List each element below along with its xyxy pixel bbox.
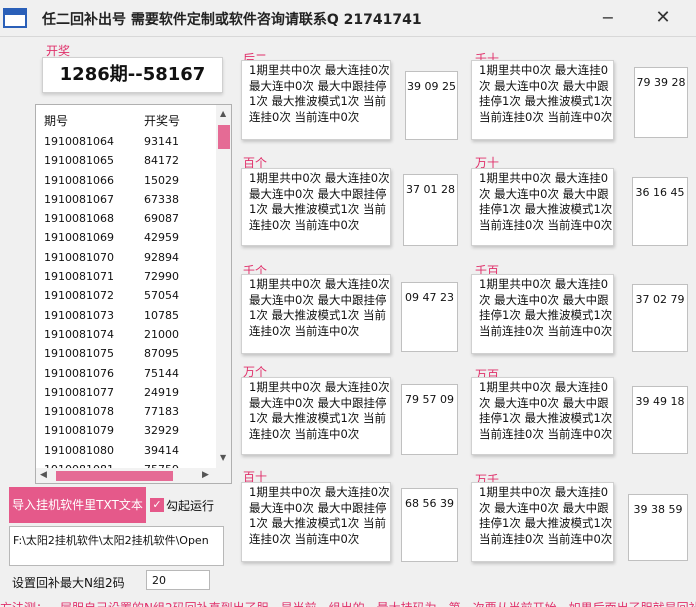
- stats-box-right-1: 1期里共中0次 最大连挂0次 最大连中0次 最大中跟挂停1次 最大推波模式1次 …: [471, 168, 614, 246]
- table-row[interactable]: 1910081073 10785: [36, 306, 216, 325]
- auto-run-checkbox[interactable]: ✓: [150, 498, 164, 512]
- app-window-icon: [3, 8, 27, 28]
- horizontal-scroll-thumb[interactable]: [56, 471, 173, 481]
- table-row[interactable]: 1910081071 72990: [36, 267, 216, 286]
- row-period-cell: 1910081073: [44, 308, 114, 322]
- row-number-cell: 21000: [144, 327, 179, 341]
- table-row[interactable]: 1910081066 15029: [36, 171, 216, 190]
- row-period-cell: 1910081069: [44, 231, 114, 245]
- row-period-cell: 1910081065: [44, 154, 114, 168]
- table-row[interactable]: 1910081074 21000: [36, 325, 216, 344]
- row-period-cell: 1910081072: [44, 289, 114, 303]
- numbers-box-right-0[interactable]: 79 39 28: [634, 67, 688, 138]
- row-number-cell: 84172: [144, 154, 179, 168]
- row-period-cell: 1910081077: [44, 385, 114, 399]
- scroll-left-icon[interactable]: ◀: [40, 470, 47, 480]
- table-row[interactable]: 1910081067 67338: [36, 190, 216, 209]
- row-period-cell: 1910081067: [44, 192, 114, 206]
- table-row[interactable]: 1910081076 75144: [36, 364, 216, 383]
- row-period-cell: 1910081080: [44, 443, 114, 457]
- row-period-cell: 1910081074: [44, 327, 114, 341]
- table-row[interactable]: 1910081080 39414: [36, 441, 216, 460]
- row-number-cell: 42959: [144, 231, 179, 245]
- numbers-box-left-1[interactable]: 37 01 28: [403, 174, 458, 246]
- current-draw-display: 1286期--58167: [42, 57, 223, 93]
- auto-run-option[interactable]: ✓ 勾起运行: [150, 497, 230, 513]
- auto-run-label: 勾起运行: [166, 499, 215, 513]
- vertical-scrollbar[interactable]: ▲ ▼: [216, 105, 231, 468]
- history-header: 期号 开奖号: [36, 105, 216, 131]
- stats-box-left-4: 1期里共中0次 最大连挂0次 最大连中0次 最大中跟挂停1次 最大推波模式1次 …: [241, 482, 391, 562]
- file-path-field[interactable]: F:\太阳2挂机软件\太阳2挂机软件\Open: [9, 526, 224, 566]
- stats-box-left-2: 1期里共中0次 最大连挂0次 最大连中0次 最大中跟挂停1次 最大推波模式1次 …: [241, 274, 391, 354]
- row-number-cell: 75144: [144, 366, 179, 380]
- stats-box-right-0: 1期里共中0次 最大连挂0次 最大连中0次 最大中跟挂停1次 最大推波模式1次 …: [471, 60, 614, 140]
- row-number-cell: 92894: [144, 250, 179, 264]
- numbers-box-right-4[interactable]: 39 38 59: [628, 494, 688, 561]
- horizontal-scrollbar[interactable]: ◀ ▶: [36, 468, 231, 483]
- import-txt-button[interactable]: 导入挂机软件里TXT文本: [9, 487, 146, 523]
- stats-box-left-0: 1期里共中0次 最大连挂0次 最大连中0次 最大中跟挂停1次 最大推波模式1次 …: [241, 60, 391, 140]
- row-number-cell: 77183: [144, 405, 179, 419]
- footer-note: 方法测：一层胆自己设置的N组2码回补直到出了胆，是当前一组出的，最大挂码为，第一…: [0, 598, 696, 607]
- row-number-cell: 24919: [144, 385, 179, 399]
- column-header-number[interactable]: 开奖号: [144, 112, 180, 129]
- row-period-cell: 1910081079: [44, 424, 114, 438]
- table-row[interactable]: 1910081075 87095: [36, 344, 216, 363]
- row-number-cell: 15029: [144, 173, 179, 187]
- row-number-cell: 87095: [144, 347, 179, 361]
- column-header-period[interactable]: 期号: [44, 112, 68, 129]
- max-n-input[interactable]: 20: [146, 570, 210, 590]
- stats-box-right-3: 1期里共中0次 最大连挂0次 最大连中0次 最大中跟挂停1次 最大推波模式1次 …: [471, 377, 614, 455]
- title-bar: 任二回补出号 需要软件定制或软件咨询请联系Q 21741741 − ✕: [0, 0, 696, 37]
- row-number-cell: 72990: [144, 270, 179, 284]
- row-period-cell: 1910081071: [44, 270, 114, 284]
- row-number-cell: 69087: [144, 212, 179, 226]
- history-rows: 1910081064 93141 1910081065 84172 1910081066…: [36, 132, 216, 479]
- row-number-cell: 32929: [144, 424, 179, 438]
- row-period-cell: 1910081068: [44, 212, 114, 226]
- table-row[interactable]: 1910081064 93141: [36, 132, 216, 151]
- stats-box-left-1: 1期里共中0次 最大连挂0次 最大连中0次 最大中跟挂停1次 最大推波模式1次 …: [241, 168, 391, 246]
- stats-box-left-3: 1期里共中0次 最大连挂0次 最大连中0次 最大中跟挂停1次 最大推波模式1次 …: [241, 377, 391, 455]
- table-row[interactable]: 1910081068 69087: [36, 209, 216, 228]
- numbers-box-right-1[interactable]: 36 16 45: [632, 177, 688, 246]
- row-period-cell: 1910081078: [44, 405, 114, 419]
- row-number-cell: 93141: [144, 135, 179, 148]
- vertical-scroll-thumb[interactable]: [218, 125, 230, 149]
- minimize-button[interactable]: −: [596, 8, 620, 28]
- stats-box-right-4: 1期里共中0次 最大连挂0次 最大连中0次 最大中跟挂停1次 最大推波模式1次 …: [471, 482, 614, 562]
- scroll-down-icon[interactable]: ▼: [220, 453, 226, 462]
- row-number-cell: 39414: [144, 443, 179, 457]
- row-period-cell: 1910081070: [44, 250, 114, 264]
- row-period-cell: 1910081075: [44, 347, 114, 361]
- table-row[interactable]: 1910081072 57054: [36, 286, 216, 305]
- row-number-cell: 57054: [144, 289, 179, 303]
- table-row[interactable]: 1910081070 92894: [36, 248, 216, 267]
- max-n-label: 设置回补最大N组2码: [12, 576, 125, 590]
- close-button[interactable]: ✕: [651, 8, 675, 28]
- table-row[interactable]: 1910081077 24919: [36, 383, 216, 402]
- numbers-box-left-3[interactable]: 79 57 09: [401, 384, 458, 455]
- numbers-box-right-3[interactable]: 39 49 18: [632, 386, 688, 454]
- table-row[interactable]: 1910081065 84172: [36, 151, 216, 170]
- table-row[interactable]: 1910081079 32929: [36, 421, 216, 440]
- numbers-box-left-2[interactable]: 09 47 23: [401, 282, 458, 352]
- row-period-cell: 1910081076: [44, 366, 114, 380]
- stats-box-right-2: 1期里共中0次 最大连挂0次 最大连中0次 最大中跟挂停1次 最大推波模式1次 …: [471, 274, 614, 354]
- window-title: 任二回补出号 需要软件定制或软件咨询请联系Q 21741741: [42, 12, 422, 28]
- table-row[interactable]: 1910081069 42959: [36, 228, 216, 247]
- history-list[interactable]: 期号 开奖号 1910081064 93141 1910081065 84172 191…: [35, 104, 232, 484]
- row-period-cell: 1910081064: [44, 135, 114, 148]
- numbers-box-left-0[interactable]: 39 09 25: [405, 71, 458, 140]
- scroll-right-icon[interactable]: ▶: [202, 470, 209, 480]
- row-number-cell: 67338: [144, 192, 179, 206]
- row-number-cell: 10785: [144, 308, 179, 322]
- scroll-up-icon[interactable]: ▲: [220, 109, 226, 118]
- numbers-box-left-4[interactable]: 68 56 39: [401, 488, 458, 562]
- numbers-box-right-2[interactable]: 37 02 79: [632, 284, 688, 352]
- table-row[interactable]: 1910081078 77183: [36, 402, 216, 421]
- row-period-cell: 1910081066: [44, 173, 114, 187]
